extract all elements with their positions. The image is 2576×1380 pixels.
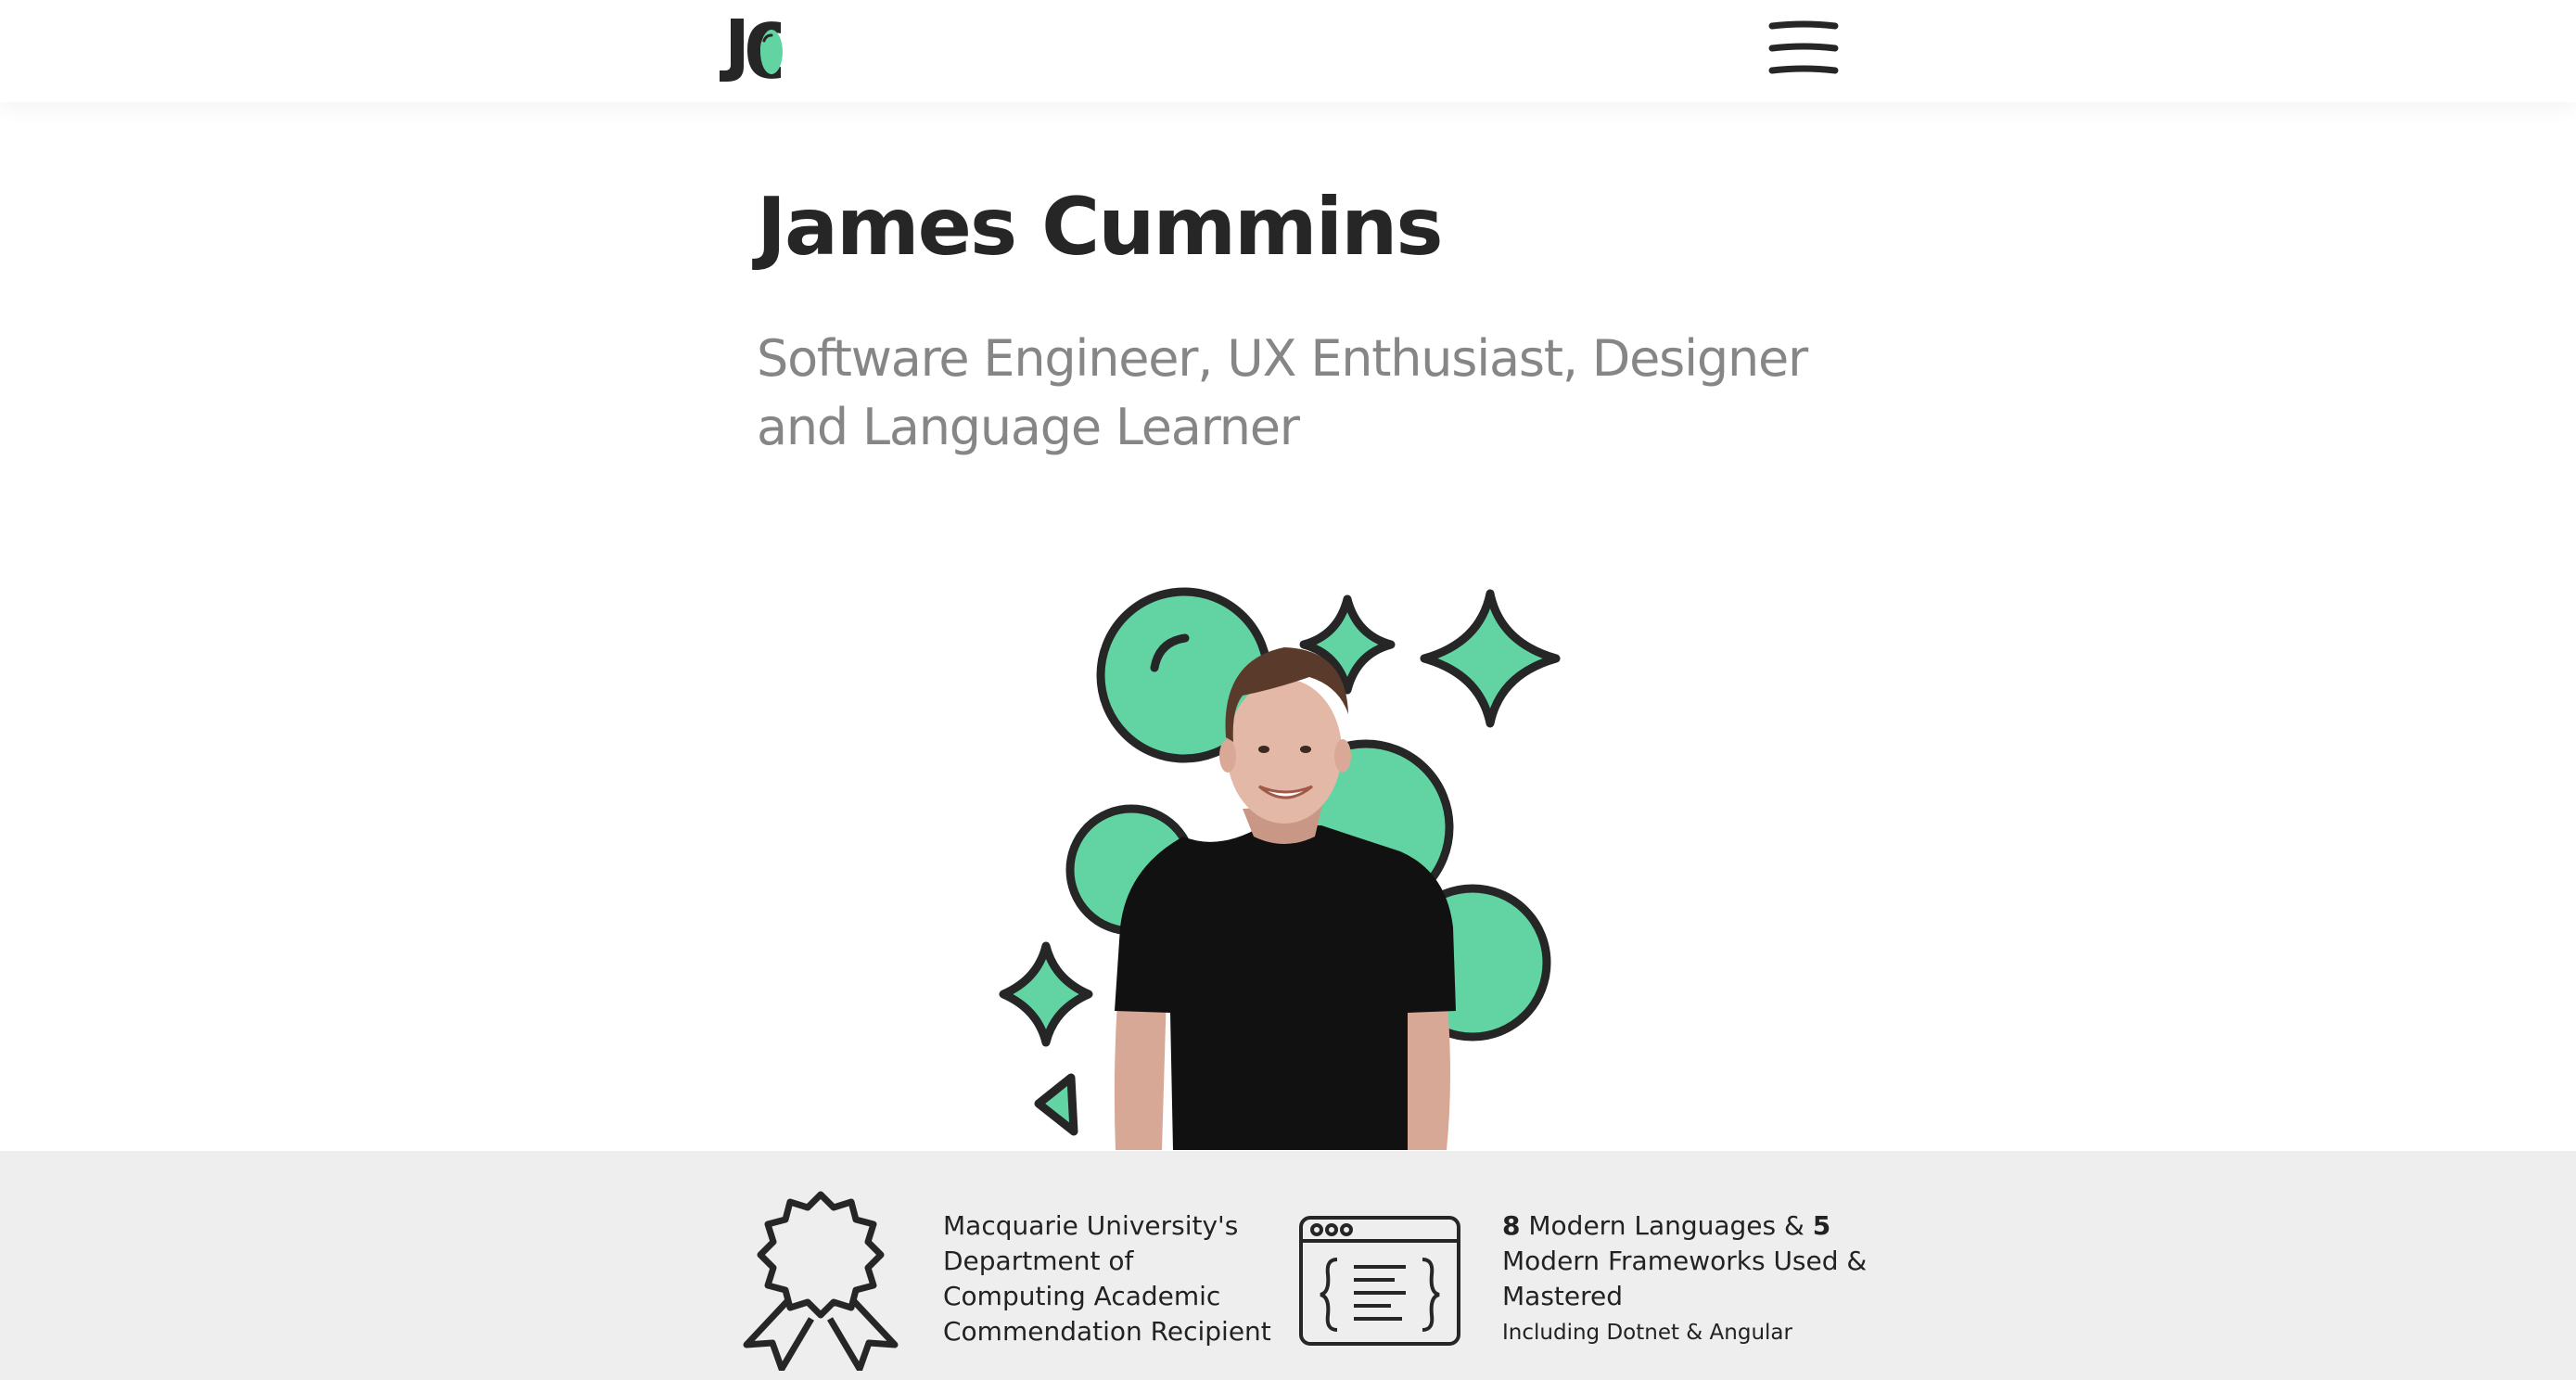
triangle-shape (1034, 1073, 1078, 1136)
hero-subtitle: Software Engineer, UX Enthusiast, Design… (757, 329, 1808, 456)
skills-stat: 8 Modern Languages & 5 Modern Frameworks… (1502, 1208, 1892, 1349)
frameworks-label: Modern Frameworks Used & Mastered (1502, 1246, 1868, 1311)
languages-count: 8 (1502, 1210, 1521, 1241)
hero-illustration (999, 587, 1561, 1150)
hero-title: James Cummins (757, 181, 1444, 274)
award-rosette-icon (743, 1191, 899, 1371)
hamburger-menu-icon (1768, 20, 1839, 74)
code-window-icon (1299, 1216, 1460, 1346)
skills-note: Including Dotnet & Angular (1502, 1321, 1792, 1345)
award-stat: Macquarie University's Department of Com… (943, 1210, 1271, 1347)
sparkle-icon (999, 941, 1093, 1047)
jc-monogram-logo[interactable] (714, 13, 788, 87)
site-header (0, 0, 2576, 102)
languages-label: Modern Languages & (1528, 1210, 1804, 1241)
portfolio-home-page: James Cummins Software Engineer, UX Enth… (0, 0, 2576, 1380)
achievements-band (0, 1151, 2576, 1380)
frameworks-count: 5 (1812, 1210, 1831, 1241)
sparkle-icon (1420, 589, 1561, 728)
hamburger-menu-button[interactable] (1766, 19, 1841, 78)
